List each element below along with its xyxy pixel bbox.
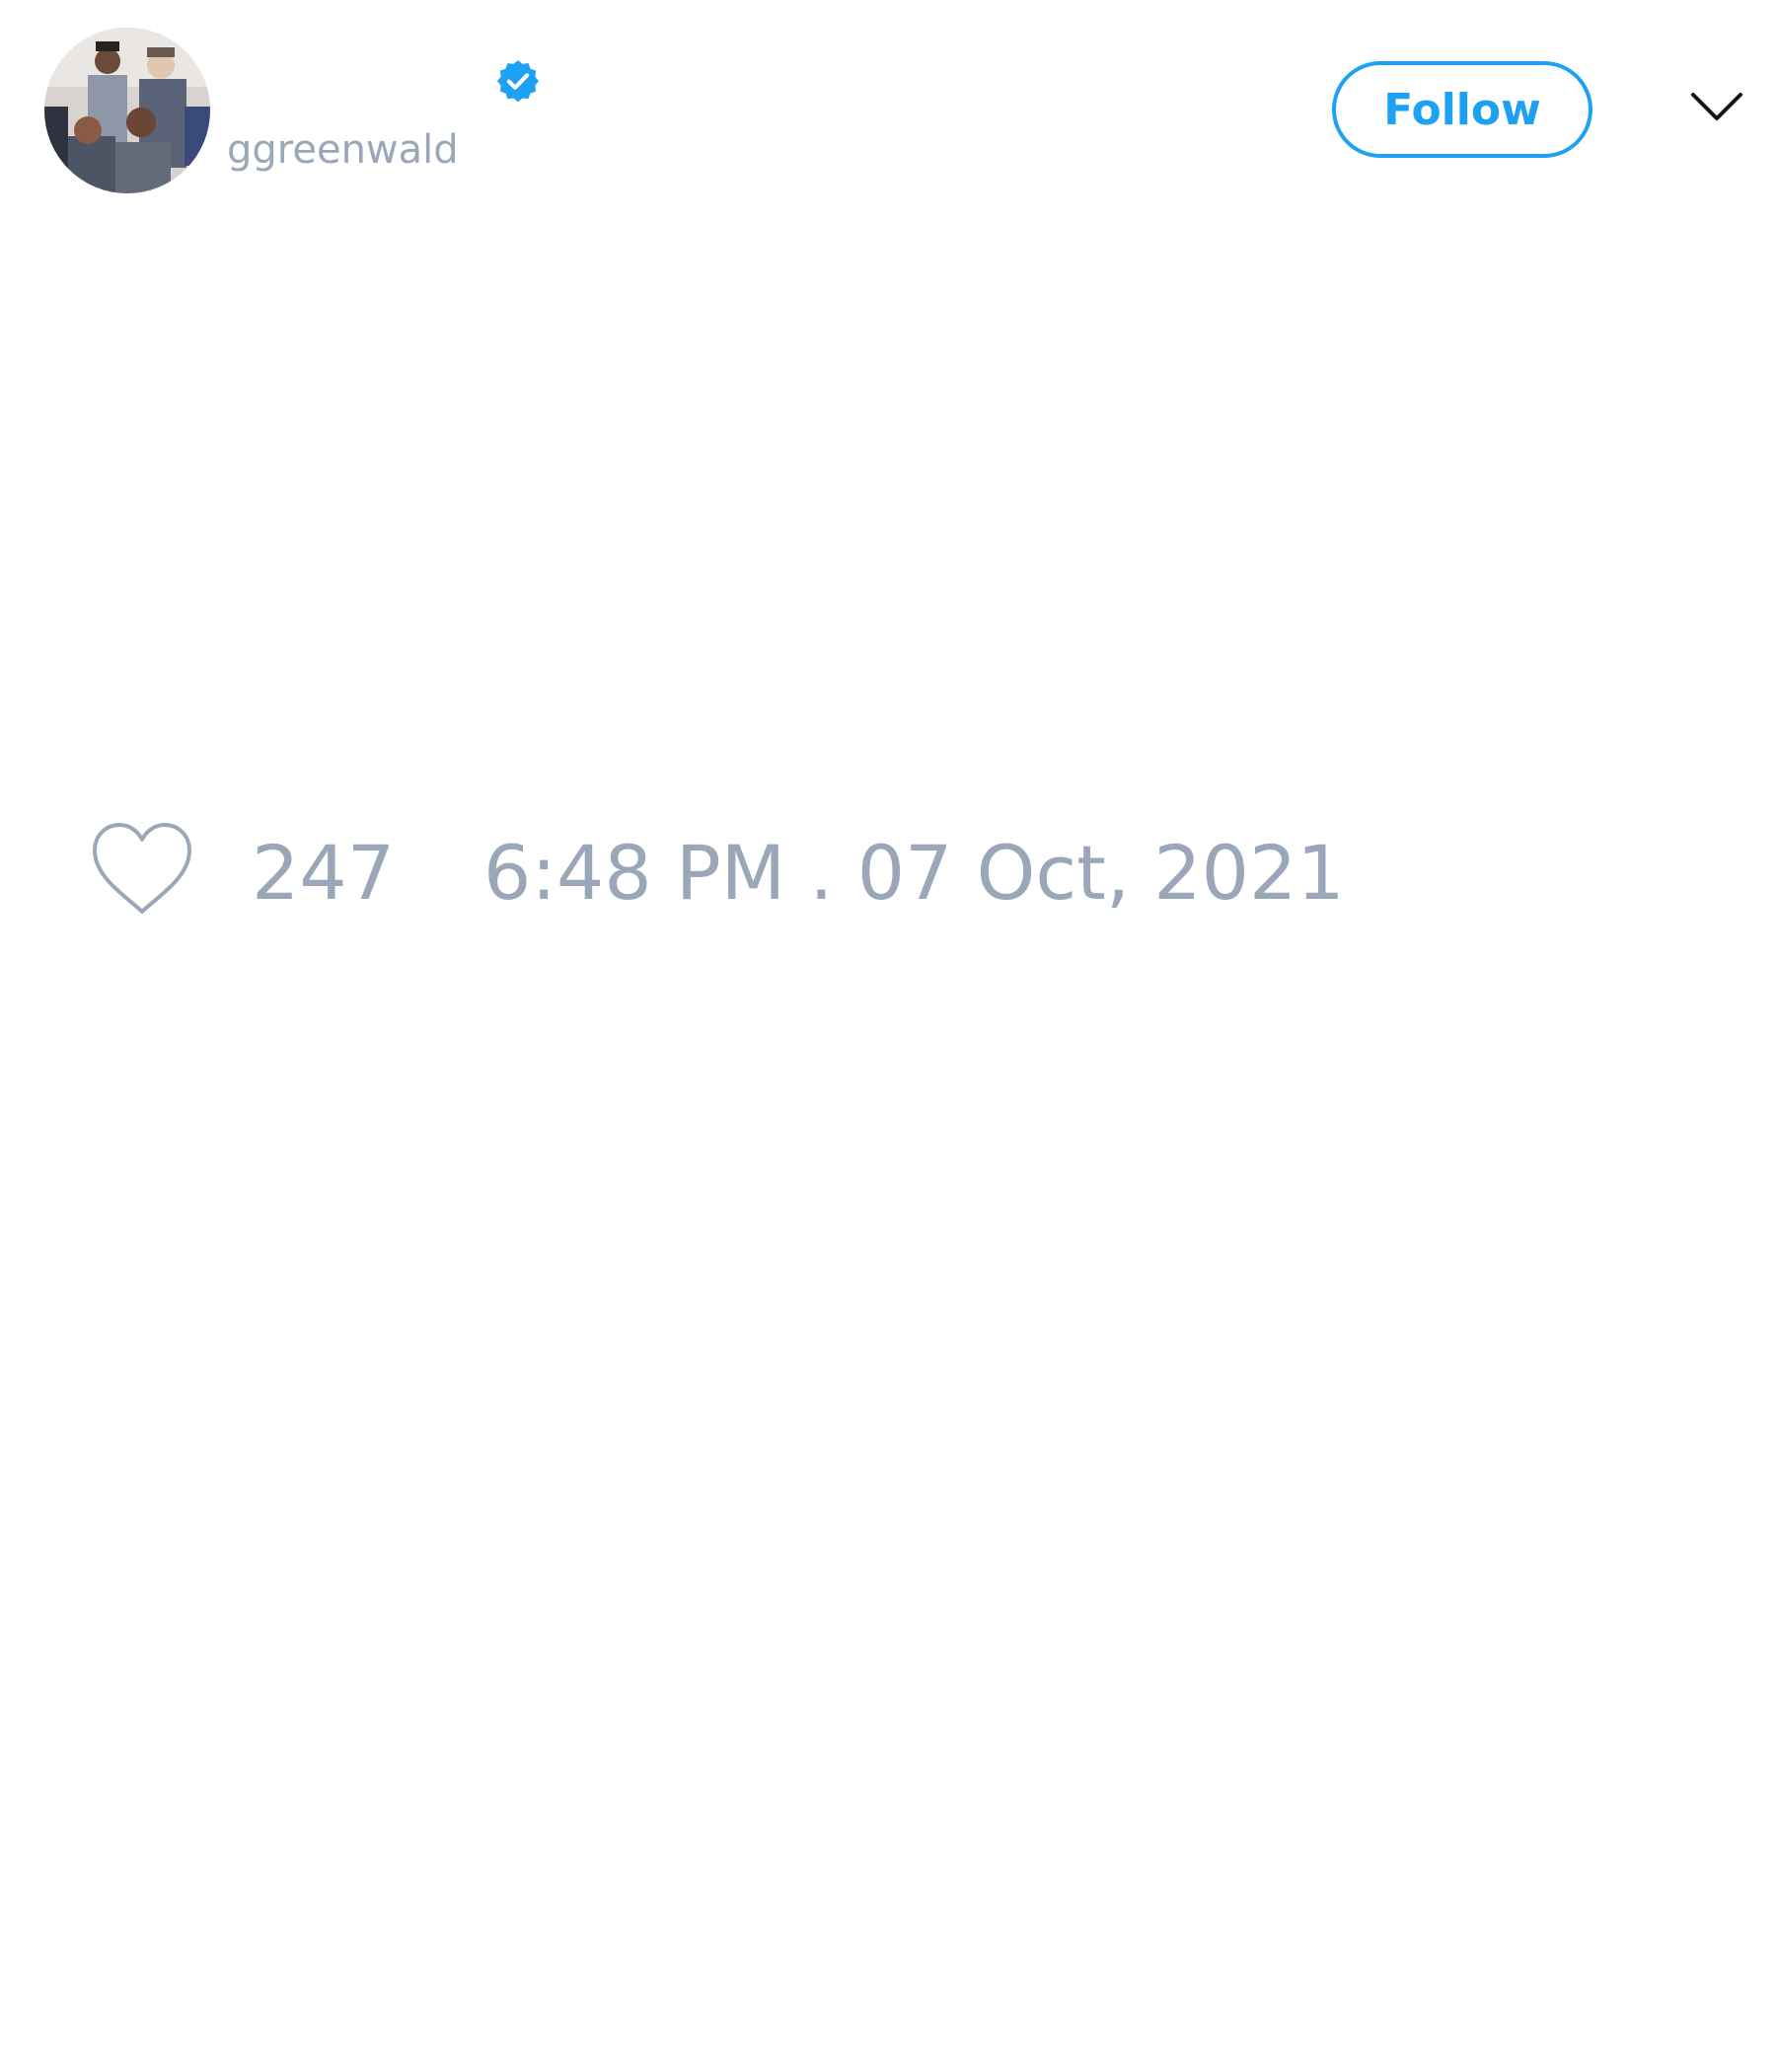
tweet-timestamp[interactable]: 6:48 PM . 07 Oct, 2021 [483, 832, 1345, 915]
follow-button[interactable]: Follow [1332, 61, 1592, 158]
user-handle[interactable]: ggreenwald [227, 126, 459, 174]
chevron-down-icon[interactable] [1689, 87, 1744, 126]
tweet-card: ggreenwald Follow 247 6:48 PM . 07 Oct, … [0, 0, 1776, 2072]
avatar[interactable] [44, 28, 210, 193]
heart-outline-icon[interactable] [89, 821, 195, 920]
like-count: 247 [252, 829, 396, 917]
verified-badge-icon [496, 60, 540, 103]
display-name[interactable] [227, 51, 483, 101]
avatar-photo [44, 28, 210, 193]
tweet-header: ggreenwald Follow [0, 0, 1776, 217]
tweet-text [44, 227, 1732, 779]
